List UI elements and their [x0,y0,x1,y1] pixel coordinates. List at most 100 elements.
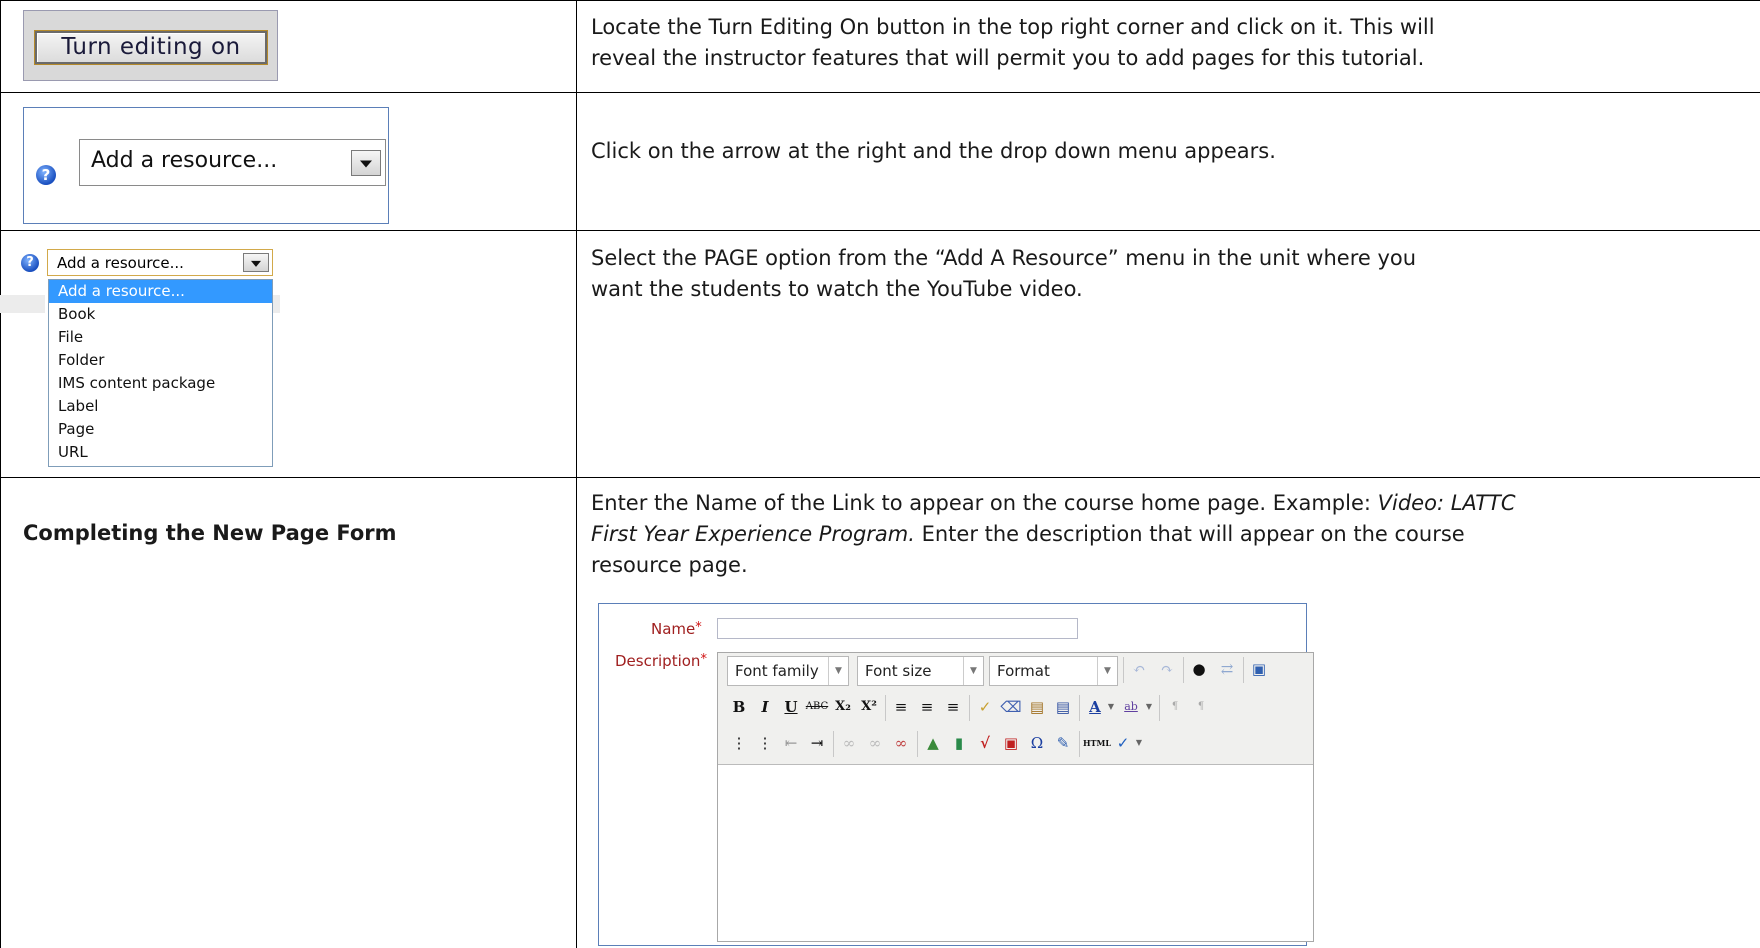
ltr-icon[interactable]: ¶ [1163,694,1187,720]
dropdown-option[interactable]: Folder [49,349,272,372]
toolbar-separator [1079,695,1080,721]
add-resource-select[interactable]: Add a resource... [79,139,386,186]
background-color-icon[interactable]: ab [1119,694,1143,720]
row1-instruction: Locate the Turn Editing On button in the… [591,12,1435,74]
rtl-icon[interactable]: ¶ [1189,694,1213,720]
media-icon[interactable]: ▮ [947,730,971,756]
dropdown-option[interactable]: Book [49,303,272,326]
html-icon[interactable]: HTML [1083,730,1111,756]
row2-instruction: Click on the arrow at the right and the … [591,139,1276,163]
dropdown-option[interactable]: File [49,326,272,349]
required-icon: * [695,620,702,635]
nolink-icon[interactable]: ▣ [999,730,1023,756]
align-right-icon[interactable]: ≡ [941,694,965,720]
dropdown-option[interactable]: Add a resource... [49,280,272,303]
chevron-down-icon[interactable]: ▼ [1133,730,1145,756]
row4-instruction-line3: resource page. [591,553,748,577]
text-color-icon[interactable]: A [1083,694,1107,720]
find-icon[interactable]: ● [1187,656,1211,682]
link-icon[interactable]: ∞ [837,730,861,756]
chevron-down-icon: ▼ [828,657,848,685]
toolbar-separator [1243,657,1244,683]
outdent-icon[interactable]: ⇤ [779,730,803,756]
editor-toolbar-row-3: ⋮ ⋮ ⇤ ⇥ ∞ ∞ ∞ ▲ ▮ √ ▣ Ω ✎ HTML ✓ ▼ [727,727,1307,761]
format-label: Format [997,662,1050,680]
align-left-icon[interactable]: ≡ [889,694,913,720]
row1-instruction-line2: reveal the instructor features that will… [591,46,1425,70]
row1-instruction-line1: Locate the Turn Editing On button in the… [591,15,1435,39]
cleanup-icon[interactable]: ✓ [973,694,997,720]
editor-toolbar-row-1: Font family ▼ Font size ▼ Format ▼ ↶ ↷ ● ⇄ … [727,653,1307,687]
unlink-icon[interactable]: ∞ [863,730,887,756]
row3-instruction: Select the PAGE option from the “Add A R… [591,243,1416,305]
chevron-down-icon: ▼ [963,657,983,685]
numbered-list-icon[interactable]: ⋮ [753,730,777,756]
chevron-down-icon[interactable]: ▼ [1105,694,1117,720]
toolbar-separator [885,695,886,721]
paste-text-icon[interactable]: ▤ [1025,694,1049,720]
toolbar-separator [833,731,834,757]
format-select[interactable]: Format ▼ [989,656,1118,686]
anchor-icon[interactable]: ∞ [889,730,913,756]
bold-icon[interactable]: B [727,694,751,720]
align-center-icon[interactable]: ≡ [915,694,939,720]
help-question-icon[interactable]: ? [21,254,39,272]
example-text: Video: LATTC [1377,491,1516,515]
table-border-top [0,0,1760,1]
add-resource-select-open[interactable]: Add a resource... [47,249,273,276]
dropdown-option[interactable]: Page [49,418,272,441]
row4-text: Enter the Name of the Link to appear on … [591,491,1378,515]
eraser-icon[interactable]: ⌫ [999,694,1023,720]
replace-icon[interactable]: ⇄ [1215,656,1239,682]
add-resource-select-label: Add a resource... [91,148,278,173]
page-background-strip [272,295,280,313]
section-heading: Completing the New Page Form [23,521,397,545]
strikethrough-icon[interactable]: ABC [805,694,829,720]
equation-icon[interactable]: √ [973,730,997,756]
redo-icon[interactable]: ↷ [1155,656,1179,682]
spellcheck-icon[interactable]: ✓ [1111,730,1135,756]
chevron-down-icon: ▼ [1097,657,1117,685]
dropdown-option[interactable]: Label [49,395,272,418]
font-size-label: Font size [865,662,932,680]
underline-icon[interactable]: U [779,694,803,720]
add-resource-screenshot: ? Add a resource... [23,107,389,224]
toolbar-separator [1183,657,1184,683]
font-size-select[interactable]: Font size ▼ [857,656,984,686]
editor-content-area[interactable] [718,764,1313,941]
dropdown-option[interactable]: URL [49,441,272,464]
dropdown-arrow-button[interactable] [243,253,269,272]
table-row-divider-1 [0,92,1760,93]
example-text: First Year Experience Program. [591,522,915,546]
description-label: Description* [615,652,707,670]
name-field[interactable] [717,618,1078,639]
fullscreen-icon[interactable]: ▣ [1247,656,1271,682]
turn-editing-on-button[interactable]: Turn editing on [35,31,267,64]
paste-word-icon[interactable]: ▤ [1051,694,1075,720]
editor-toolbar-row-2: B I U ABC X₂ X² ≡ ≡ ≡ ✓ ⌫ ▤ ▤ A ▼ ab ▼ ¶… [727,691,1307,725]
chevron-down-icon[interactable]: ▼ [1143,694,1155,720]
indent-icon[interactable]: ⇥ [805,730,829,756]
toolbar-separator [1123,657,1124,683]
row4-instruction-line1: Enter the Name of the Link to appear on … [591,488,1516,519]
chevron-down-icon [251,260,261,267]
row4-text: Enter the description that will appear o… [914,522,1465,546]
font-family-select[interactable]: Font family ▼ [727,656,849,686]
undo-icon[interactable]: ↶ [1127,656,1151,682]
required-icon: * [700,652,707,667]
add-resource-select-label: Add a resource... [57,254,184,272]
bullet-list-icon[interactable]: ⋮ [727,730,751,756]
resource-dropdown-list: Add a resource... Book File Folder IMS c… [48,279,273,467]
edit-icon[interactable]: ✎ [1051,730,1075,756]
subscript-icon[interactable]: X₂ [831,694,855,720]
help-question-icon[interactable]: ? [36,165,56,185]
name-label-text: Name [651,620,696,638]
omega-icon[interactable]: Ω [1025,730,1049,756]
image-icon[interactable]: ▲ [921,730,945,756]
dropdown-option[interactable]: IMS content package [49,372,272,395]
superscript-icon[interactable]: X² [857,694,881,720]
dropdown-arrow-button[interactable] [351,150,381,176]
italic-icon[interactable]: I [753,694,777,720]
toolbar-separator [1159,695,1160,721]
description-editor: Font family ▼ Font size ▼ Format ▼ ↶ ↷ ● ⇄ … [717,652,1314,942]
